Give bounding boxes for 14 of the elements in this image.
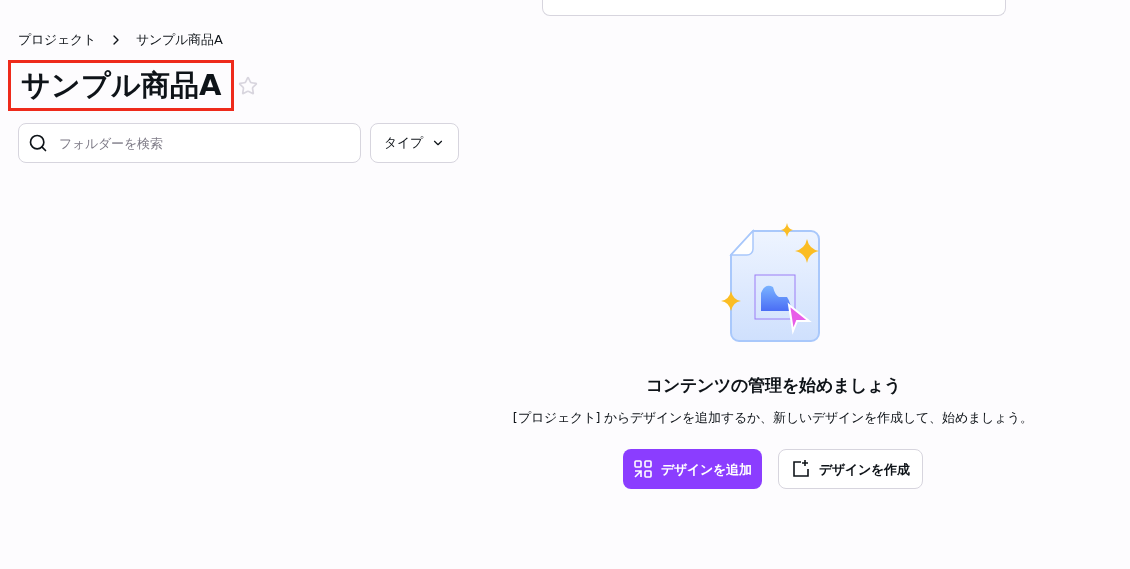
empty-state-heading: コンテンツの管理を始めましょう xyxy=(645,374,901,397)
grid-arrow-icon xyxy=(633,459,653,480)
top-search-field[interactable] xyxy=(542,0,1006,16)
add-design-button[interactable]: デザインを追加 xyxy=(623,449,762,490)
page-title: サンプル商品A xyxy=(8,60,235,111)
empty-state-description: [プロジェクト] からデザインを追加するか、新しいデザインを作成して、始めましょう。 xyxy=(512,408,1034,427)
search-icon xyxy=(28,133,48,153)
breadcrumb-link[interactable]: プロジェクト xyxy=(18,30,96,50)
star-icon[interactable] xyxy=(238,75,259,96)
type-filter-dropdown[interactable]: タイプ xyxy=(370,123,459,163)
folder-search-field[interactable]: フォルダーを検索 xyxy=(18,123,361,163)
breadcrumb-current: サンプル商品A xyxy=(136,31,223,50)
add-frame-icon xyxy=(791,459,811,480)
create-design-button[interactable]: デザインを作成 xyxy=(778,449,923,490)
